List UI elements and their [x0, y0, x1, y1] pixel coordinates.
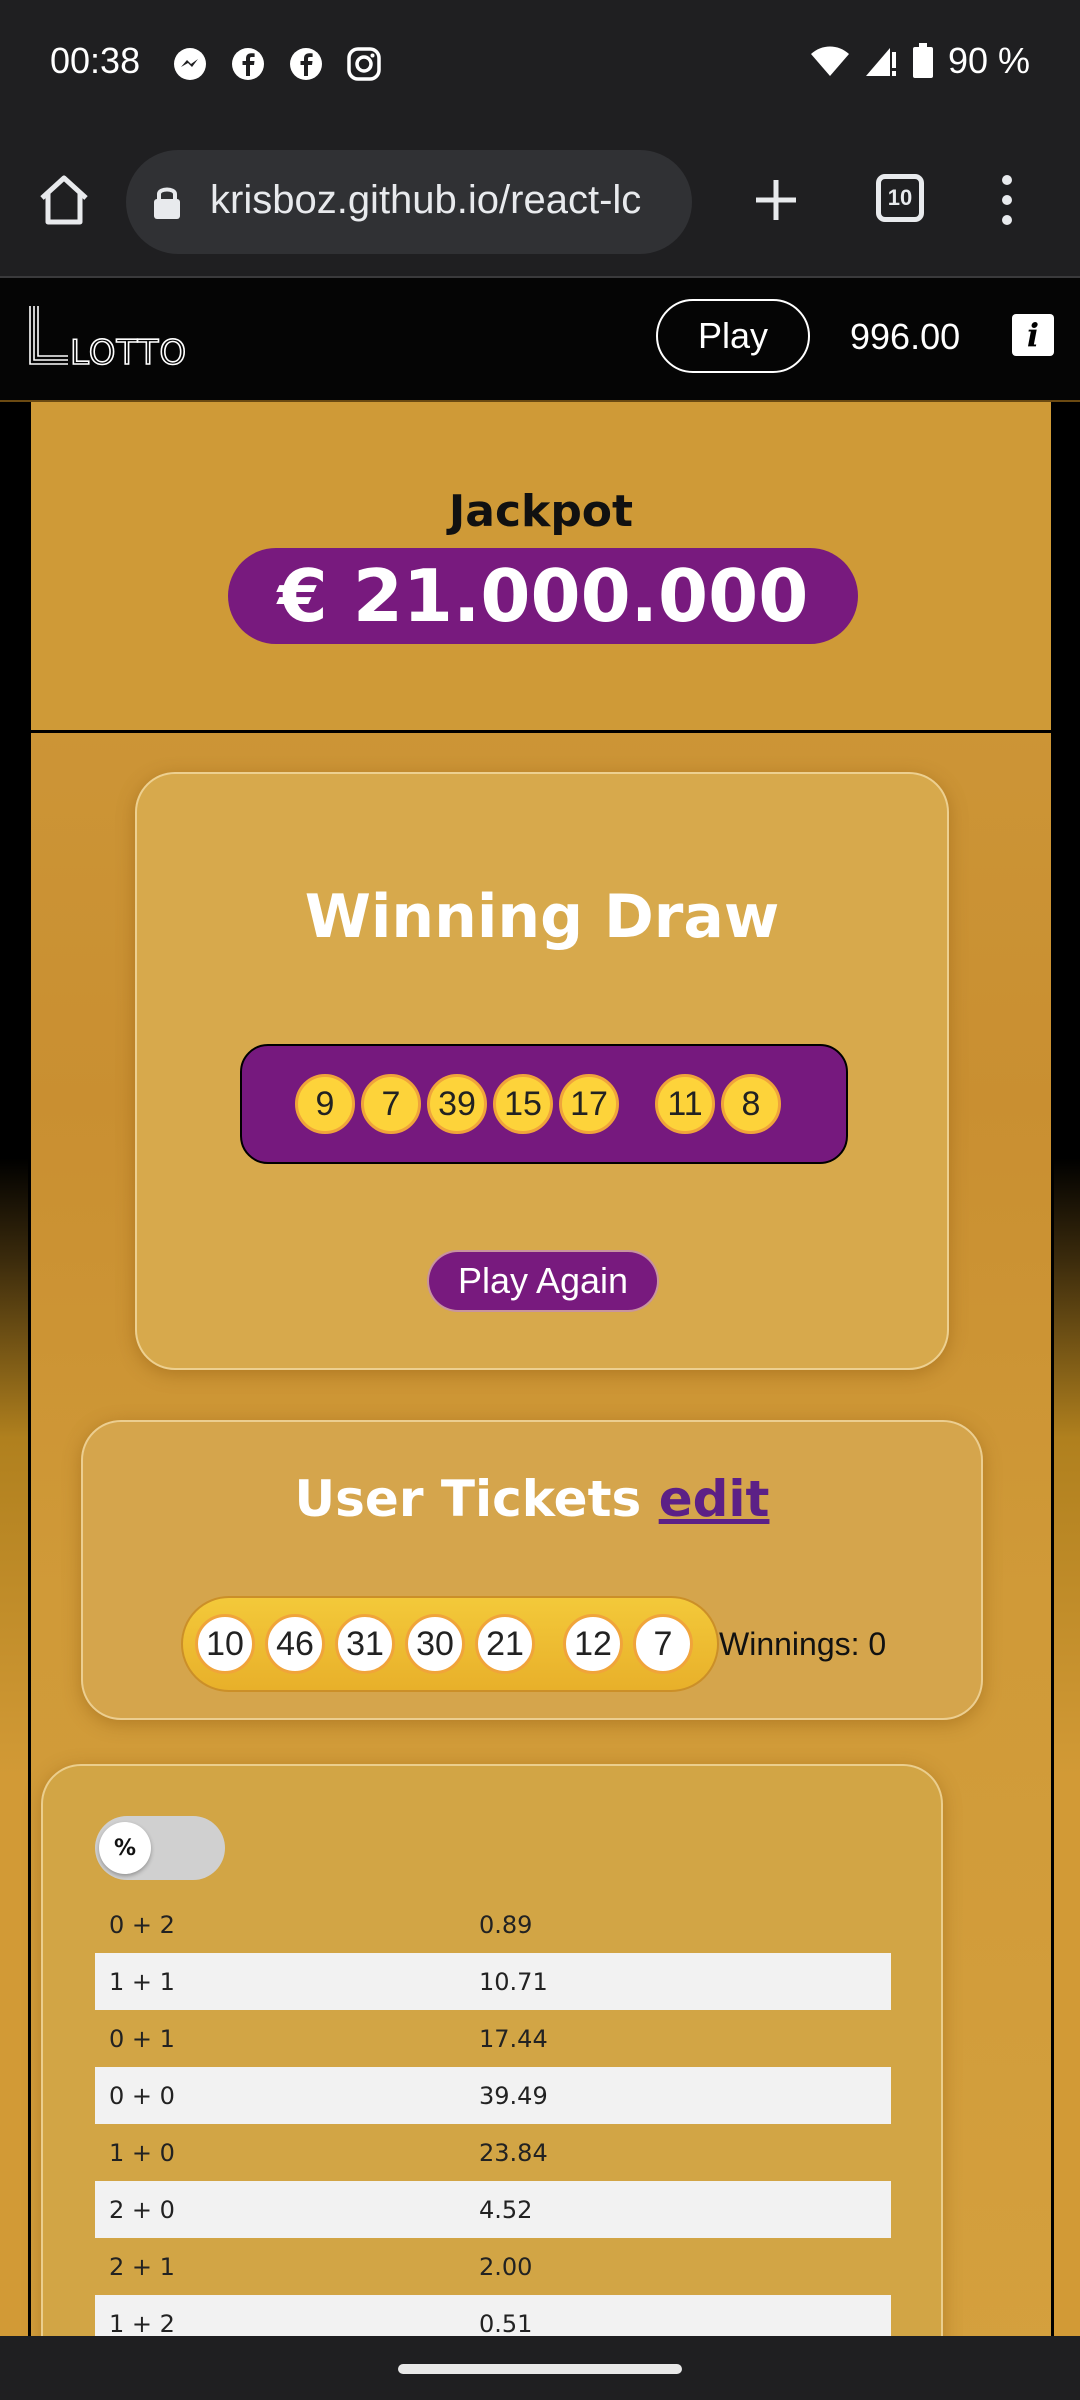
odds-value: 23.84: [479, 2138, 548, 2167]
balance: 996.00: [850, 316, 961, 357]
ticket-ball: 46: [265, 1614, 325, 1674]
ticket-ball: 30: [405, 1614, 465, 1674]
percent-toggle-knob: %: [99, 1822, 151, 1874]
url-text: krisboz.github.io/react-lc: [210, 178, 642, 222]
cellular-signal-icon: [865, 48, 896, 76]
winning-extra-ball: 11: [655, 1074, 715, 1134]
winning-ball: 17: [559, 1074, 619, 1134]
new-tab-icon[interactable]: [748, 172, 804, 228]
tab-switcher-button[interactable]: 10: [876, 174, 924, 222]
logo-text: LOTTO: [70, 333, 187, 372]
user-tickets-heading: User Tickets: [294, 1470, 642, 1528]
lotto-logo[interactable]: LOTTO: [28, 302, 192, 372]
status-time: 00:38: [50, 40, 141, 81]
odds-value: 2.00: [479, 2252, 533, 2281]
odds-value: 0.89: [479, 1910, 533, 1939]
odds-combo: 0 + 1: [109, 2024, 175, 2053]
system-navigation-bar: [0, 2336, 1080, 2400]
winning-ball: 7: [361, 1074, 421, 1134]
info-button[interactable]: i: [1012, 314, 1054, 356]
app-header: LOTTO Play 996.00 i: [0, 278, 1080, 402]
battery-percent: 90 %: [947, 40, 1030, 81]
ticket-winnings: Winnings: 0: [719, 1626, 887, 1662]
facebook-icon: [290, 48, 322, 80]
messenger-icon: [174, 48, 206, 80]
odds-combo: 1 + 2: [95, 2295, 465, 2336]
home-icon[interactable]: [36, 172, 92, 228]
gesture-handle[interactable]: [398, 2364, 682, 2374]
odds-combo: 0 + 0: [95, 2067, 465, 2124]
jackpot-amount: € 21.000.000: [228, 548, 858, 644]
winning-ball: 9: [295, 1074, 355, 1134]
table-row: 0 + 0 39.49: [95, 2067, 891, 2124]
battery-icon: [912, 43, 933, 78]
odds-value: 10.71: [465, 1953, 891, 2010]
winning-draw-title: Winning Draw: [304, 882, 780, 952]
odds-combo: 1 + 1: [95, 1953, 465, 2010]
instagram-icon: [347, 47, 381, 81]
header-play-button[interactable]: Play: [656, 299, 810, 373]
overflow-menu-icon[interactable]: [992, 172, 1022, 228]
user-tickets-title: User Tickets edit: [83, 1470, 981, 1528]
facebook-icon: [232, 48, 264, 80]
winning-ball: 39: [427, 1074, 487, 1134]
winning-numbers: 9 7 39 15 17 11 8: [240, 1044, 848, 1164]
play-again-button[interactable]: Play Again: [427, 1250, 659, 1312]
table-row: 0 + 1 17.44: [95, 2010, 891, 2067]
table-row: 1 + 1 10.71: [95, 1953, 891, 2010]
odds-table: 0 + 2 0.89 1 + 1 10.71 0 + 1 17.44 0 + 0 39.…: [95, 1896, 891, 2336]
jackpot-label: Jackpot: [448, 486, 634, 537]
table-row: 2 + 0 4.52: [95, 2181, 891, 2238]
table-row: 1 + 0 23.84: [95, 2124, 891, 2181]
page-viewport: LOTTO Play 996.00 i Jackpot € 21.000.000…: [0, 278, 1080, 2336]
table-row: 2 + 1 2.00: [95, 2238, 891, 2295]
edit-tickets-link[interactable]: edit: [659, 1470, 770, 1528]
jackpot-panel: Jackpot € 21.000.000: [31, 402, 1051, 733]
winning-ball: 15: [493, 1074, 553, 1134]
odds-value: 4.52: [465, 2181, 891, 2238]
odds-value: 0.51: [465, 2295, 891, 2336]
address-bar[interactable]: krisboz.github.io/react-lc: [126, 150, 692, 254]
user-tickets-card: User Tickets edit 10 46 31 30 21 12 7 Wi…: [81, 1420, 983, 1720]
ticket-ball: 31: [335, 1614, 395, 1674]
winning-draw-card: Winning Draw 9 7 39 15 17 11 8 Play Agai…: [135, 772, 949, 1370]
ticket-extra-ball: 7: [633, 1614, 693, 1674]
browser-toolbar: krisboz.github.io/react-lc 10: [0, 128, 1080, 278]
odds-card: % 0 + 2 0.89 1 + 1 10.71 0 + 1 17.44 0 + 03…: [41, 1764, 943, 2336]
odds-combo: 2 + 0: [95, 2181, 465, 2238]
ticket-extra-ball: 12: [563, 1614, 623, 1674]
main-column: Jackpot € 21.000.000 Winning Draw 9 7 39…: [28, 402, 1054, 2336]
lock-icon: [154, 187, 180, 219]
percent-toggle[interactable]: %: [95, 1816, 225, 1880]
winning-extra-ball: 8: [721, 1074, 781, 1134]
ticket-ball: 21: [475, 1614, 535, 1674]
wifi-icon: [810, 46, 849, 76]
table-row: 0 + 2 0.89: [95, 1896, 891, 1953]
odds-value: 17.44: [479, 2024, 548, 2053]
ticket-ball: 10: [195, 1614, 255, 1674]
odds-combo: 2 + 1: [109, 2252, 175, 2281]
status-bar: 00:38 90 %: [0, 0, 1080, 128]
table-row: 1 + 2 0.51: [95, 2295, 891, 2336]
user-ticket[interactable]: 10 46 31 30 21 12 7: [181, 1596, 719, 1692]
odds-combo: 0 + 2: [109, 1910, 175, 1939]
odds-value: 39.49: [465, 2067, 891, 2124]
odds-combo: 1 + 0: [109, 2138, 175, 2167]
status-right: 90 %: [810, 40, 1030, 82]
